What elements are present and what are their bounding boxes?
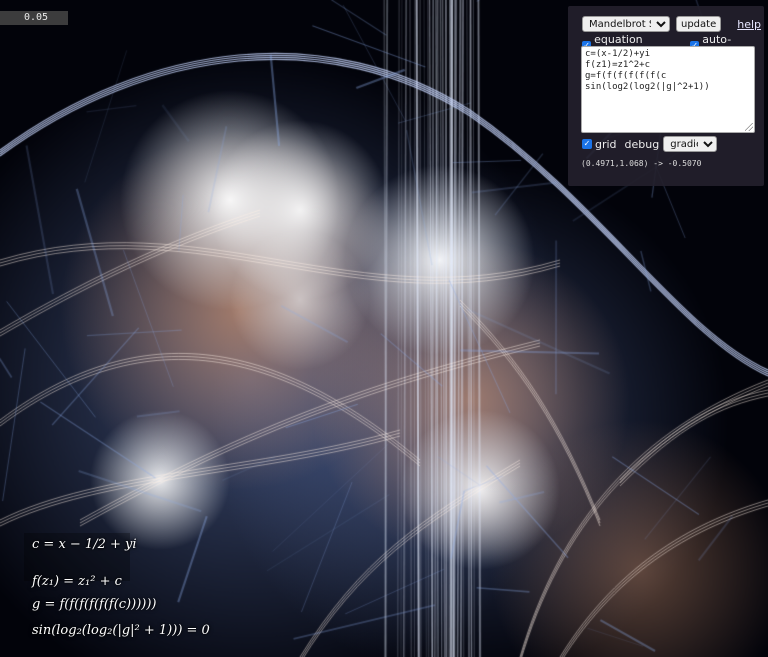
equation-editor[interactable]: c=(x-1/2)+yi f(z1)=z1^2+c g=f(f(f(f(f(f(…: [581, 46, 755, 133]
debug-mode-select[interactable]: gradient: [663, 136, 717, 152]
coordinate-readout: (0.4971,1.068) -> -0.5070: [581, 159, 701, 168]
update-button[interactable]: update: [676, 16, 721, 32]
equation-line-4: sin(log₂(log₂(|g|² + 1))) = 0: [32, 623, 210, 638]
grid-checkbox[interactable]: ✓: [582, 139, 592, 149]
textarea-resize-handle[interactable]: [745, 123, 753, 131]
equation-line-2: f(z₁) = z₁² + c: [32, 574, 122, 589]
panel-top-row: Mandelbrot Set update help: [582, 16, 761, 32]
panel-debug-row: ✓ grid debug gradient: [582, 136, 717, 152]
fps-counter: 0.05: [0, 11, 68, 25]
fps-value: 0.05: [24, 12, 48, 23]
grid-label: grid: [595, 138, 617, 151]
debug-label: debug: [625, 138, 660, 151]
equation-line-1: c = x − 1/2 + yi: [32, 537, 137, 552]
equation-line-3: g = f(f(f(f(f(f(c)))))): [32, 597, 157, 612]
help-link[interactable]: help: [737, 18, 761, 31]
fractal-type-select[interactable]: Mandelbrot Set: [582, 16, 670, 32]
control-panel: Mandelbrot Set update help ✓ equation pr…: [568, 6, 764, 186]
